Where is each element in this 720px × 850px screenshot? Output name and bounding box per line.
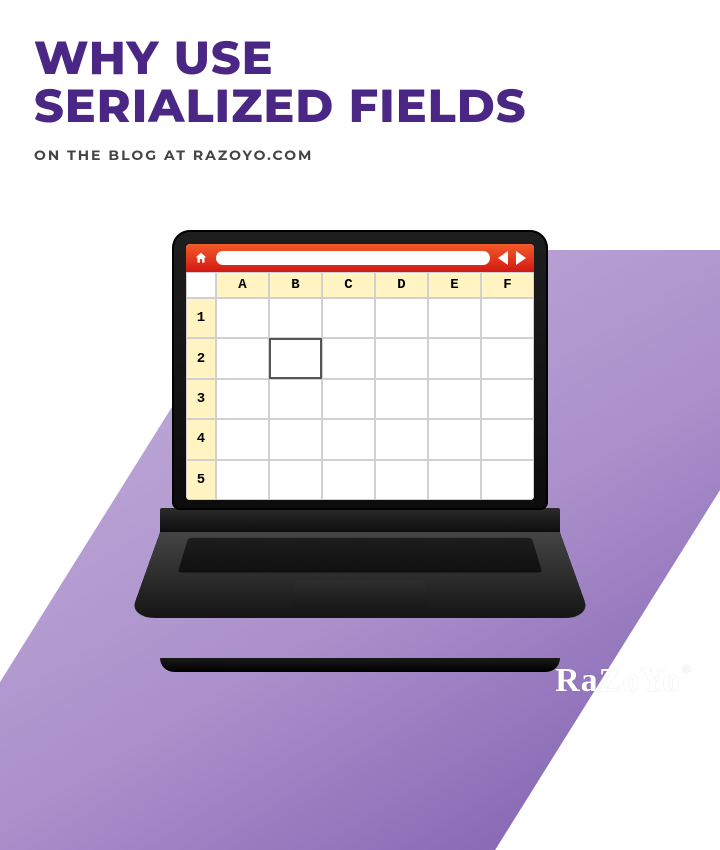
col-header-c: C (322, 272, 375, 298)
spreadsheet: A B C D E F 1 2 3 4 5 (186, 272, 534, 500)
cell-e2 (428, 338, 481, 378)
cell-d4 (375, 419, 428, 459)
cell-d3 (375, 379, 428, 419)
cell-e1 (428, 298, 481, 338)
cell-c5 (322, 460, 375, 500)
address-bar (216, 251, 490, 265)
row-header-2: 2 (186, 338, 216, 378)
brand-logo: RaZoYo ® (555, 662, 692, 700)
cell-f4 (481, 419, 534, 459)
cell-a1 (216, 298, 269, 338)
row-header-5: 5 (186, 460, 216, 500)
forward-icon (516, 251, 526, 265)
row-header-3: 3 (186, 379, 216, 419)
screen: A B C D E F 1 2 3 4 5 (186, 244, 534, 500)
sheet-corner (186, 272, 216, 298)
cell-a3 (216, 379, 269, 419)
cell-b3 (269, 379, 322, 419)
hinge (160, 508, 560, 534)
cell-c1 (322, 298, 375, 338)
col-header-f: F (481, 272, 534, 298)
cell-d2 (375, 338, 428, 378)
headline: WHY USE SERIALIZED FIELDS (34, 34, 527, 131)
cell-d1 (375, 298, 428, 338)
trackpad (292, 581, 428, 608)
headline-line1: WHY USE (34, 34, 527, 82)
cell-c2 (322, 338, 375, 378)
cell-f1 (481, 298, 534, 338)
cell-f2 (481, 338, 534, 378)
cell-e5 (428, 460, 481, 500)
cell-c4 (322, 419, 375, 459)
registered-icon: ® (682, 662, 692, 676)
cell-f3 (481, 379, 534, 419)
row-header-4: 4 (186, 419, 216, 459)
cell-a5 (216, 460, 269, 500)
cell-a2 (216, 338, 269, 378)
col-header-d: D (375, 272, 428, 298)
cell-b5 (269, 460, 322, 500)
subheadline: ON THE BLOG AT RAZOYO.COM (34, 146, 313, 164)
laptop-front-edge (160, 658, 560, 672)
col-header-b: B (269, 272, 322, 298)
keyboard-deck (129, 532, 590, 618)
cell-b1 (269, 298, 322, 338)
browser-bar (186, 244, 534, 272)
col-header-e: E (428, 272, 481, 298)
cell-a4 (216, 419, 269, 459)
cell-f5 (481, 460, 534, 500)
cell-b4 (269, 419, 322, 459)
cell-b2-selected (269, 338, 322, 378)
laptop-illustration: A B C D E F 1 2 3 4 5 (160, 230, 560, 672)
cell-e4 (428, 419, 481, 459)
back-icon (498, 251, 508, 265)
home-icon (194, 251, 208, 265)
cell-d5 (375, 460, 428, 500)
cell-e3 (428, 379, 481, 419)
screen-bezel: A B C D E F 1 2 3 4 5 (172, 230, 548, 510)
brand-name: RaZoYo (555, 662, 680, 700)
headline-line2: SERIALIZED FIELDS (34, 82, 527, 130)
row-header-1: 1 (186, 298, 216, 338)
cell-c3 (322, 379, 375, 419)
col-header-a: A (216, 272, 269, 298)
keyboard (178, 538, 543, 573)
